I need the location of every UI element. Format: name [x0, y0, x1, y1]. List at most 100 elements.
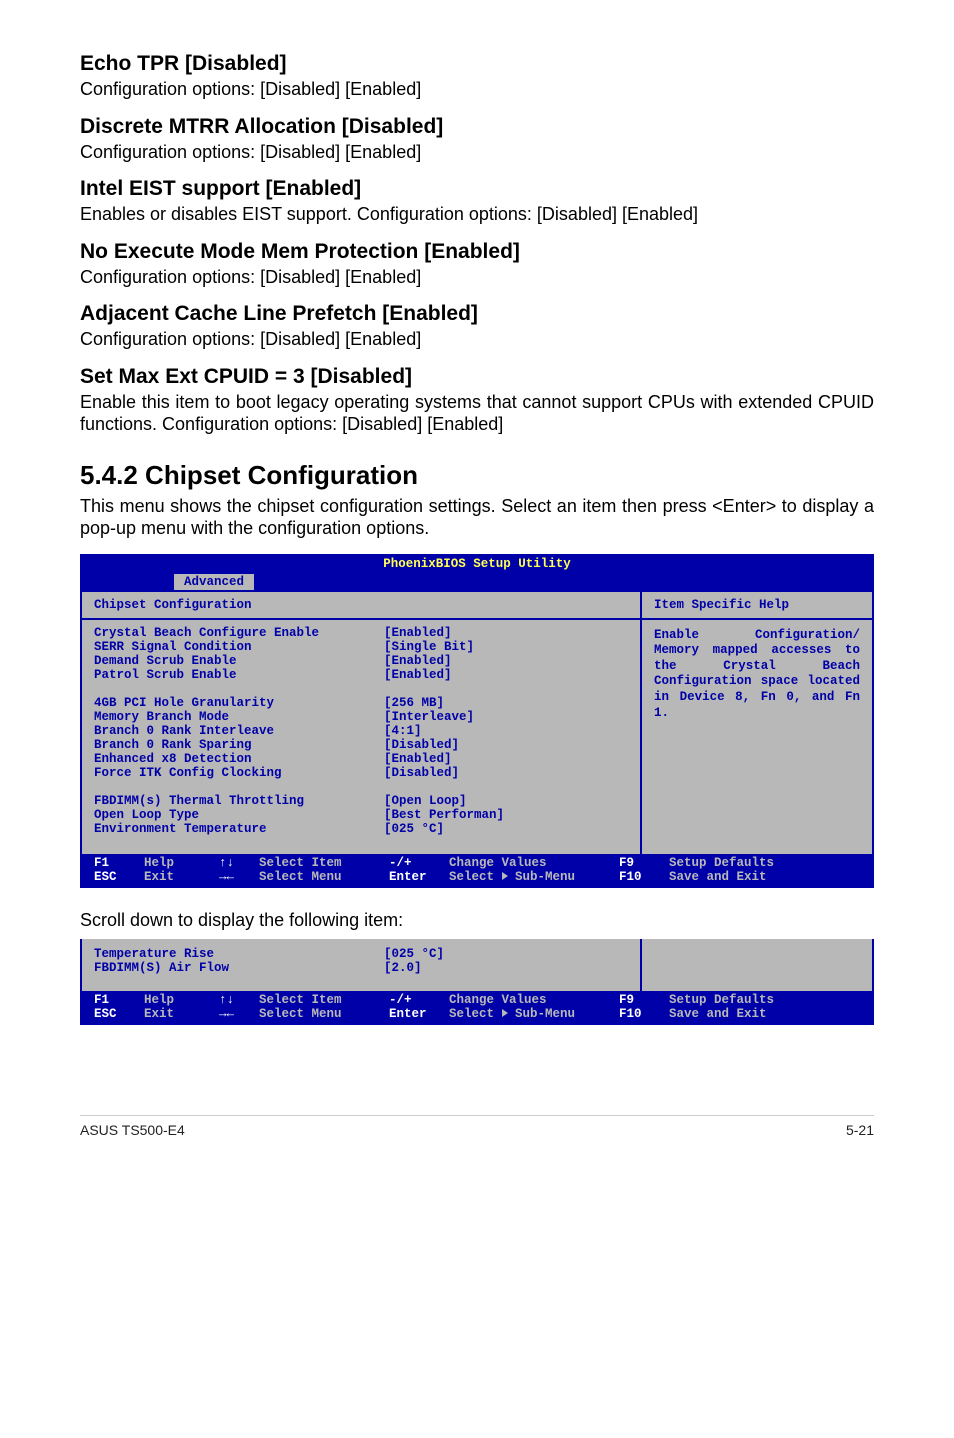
setting-title: No Execute Mode Mem Protection [Enabled] — [80, 240, 874, 264]
footer-keys: F9 F10 — [619, 856, 669, 884]
key-arrows-leftright-icon: →← — [219, 870, 259, 884]
bios-label: Force ITK Config Clocking — [94, 766, 384, 780]
bios-row[interactable]: Enhanced x8 Detection[Enabled] — [94, 752, 628, 766]
footer-keys: ↑↓ →← — [219, 856, 259, 884]
bios-title-bar: PhoenixBIOS Setup Utility — [82, 556, 872, 574]
bios-value: [Single Bit] — [384, 640, 628, 654]
bios-label: FBDIMM(s) Thermal Throttling — [94, 794, 384, 808]
footer-keys: F1 ESC — [94, 856, 144, 884]
bios-label: Enhanced x8 Detection — [94, 752, 384, 766]
footer-labels: Select Item Select Menu — [259, 993, 389, 1021]
footer-keys: -/+ Enter — [389, 993, 449, 1021]
footer-product: ASUS TS500-E4 — [80, 1122, 185, 1138]
bios-row[interactable]: Open Loop Type[Best Performan] — [94, 808, 628, 822]
bios-help-text: Enable Configuration/ Memory mapped acce… — [642, 620, 872, 730]
bios-items: Crystal Beach Configure Enable[Enabled] … — [82, 620, 640, 854]
bios-tab-spacer — [82, 574, 174, 590]
footer-labels: Change Values Select Sub-Menu — [449, 993, 619, 1021]
bios-value: [Enabled] — [384, 654, 628, 668]
footer-keys: F9 F10 — [619, 993, 669, 1021]
setting-desc: Configuration options: [Disabled] [Enabl… — [80, 78, 874, 101]
bios-row[interactable]: Branch 0 Rank Sparing[Disabled] — [94, 738, 628, 752]
key-enter: Enter — [389, 1007, 449, 1021]
bios-row[interactable]: 4GB PCI Hole Granularity[256 MB] — [94, 696, 628, 710]
bios-label: Environment Temperature — [94, 822, 384, 836]
bios-body: Chipset Configuration Crystal Beach Conf… — [82, 592, 872, 854]
triangle-right-icon — [502, 1009, 508, 1017]
bios-value: [Enabled] — [384, 668, 628, 682]
bios-row[interactable]: Branch 0 Rank Interleave[4:1] — [94, 724, 628, 738]
footer-keys: ↑↓ →← — [219, 993, 259, 1021]
bios-footer: F1 ESC Help Exit ↑↓ →← Select Item Selec… — [82, 991, 872, 1023]
label-select-menu: Select Menu — [259, 1007, 389, 1021]
bios-value: [2.0] — [384, 961, 628, 975]
setting-title: Discrete MTRR Allocation [Disabled] — [80, 115, 874, 139]
label-exit: Exit — [144, 1007, 219, 1021]
label-help: Help — [144, 856, 219, 870]
bios-value: [Interleave] — [384, 710, 628, 724]
bios-value: [025 °C] — [384, 822, 628, 836]
label-select-submenu: Select Sub-Menu — [449, 870, 619, 884]
bios-row[interactable]: Patrol Scrub Enable[Enabled] — [94, 668, 628, 682]
key-f1: F1 — [94, 856, 144, 870]
bios2-body: Temperature Rise[025 °C] FBDIMM(S) Air F… — [82, 939, 872, 991]
bios-value: [Disabled] — [384, 738, 628, 752]
footer-labels: Select Item Select Menu — [259, 856, 389, 884]
bios-row[interactable]: Crystal Beach Configure Enable[Enabled] — [94, 626, 628, 640]
bios-label: Crystal Beach Configure Enable — [94, 626, 384, 640]
bios-row[interactable]: FBDIMM(s) Thermal Throttling[Open Loop] — [94, 794, 628, 808]
bios-group: Crystal Beach Configure Enable[Enabled] … — [94, 626, 628, 682]
label-change-values: Change Values — [449, 856, 619, 870]
bios-value: [Disabled] — [384, 766, 628, 780]
key-arrows-updown-icon: ↑↓ — [219, 993, 259, 1007]
bios-row[interactable]: FBDIMM(S) Air Flow[2.0] — [94, 961, 628, 975]
key-minus-plus: -/+ — [389, 993, 449, 1007]
key-f9: F9 — [619, 993, 669, 1007]
footer-labels: Help Exit — [144, 993, 219, 1021]
bios-label: Temperature Rise — [94, 947, 384, 961]
key-arrows-leftright-icon: →← — [219, 1007, 259, 1021]
key-f1: F1 — [94, 993, 144, 1007]
bios-row[interactable]: Memory Branch Mode[Interleave] — [94, 710, 628, 724]
footer-labels: Change Values Select Sub-Menu — [449, 856, 619, 884]
key-enter: Enter — [389, 870, 449, 884]
label-change-values: Change Values — [449, 993, 619, 1007]
bios-row[interactable]: SERR Signal Condition[Single Bit] — [94, 640, 628, 654]
bios-footer: F1 ESC Help Exit ↑↓ →← Select Item Selec… — [82, 854, 872, 886]
bios-label: FBDIMM(S) Air Flow — [94, 961, 384, 975]
bios-row[interactable]: Force ITK Config Clocking[Disabled] — [94, 766, 628, 780]
scroll-caption: Scroll down to display the following ite… — [80, 910, 874, 931]
bios-row[interactable]: Environment Temperature[025 °C] — [94, 822, 628, 836]
setting-title: Adjacent Cache Line Prefetch [Enabled] — [80, 302, 874, 326]
label-save-exit: Save and Exit — [669, 1007, 860, 1021]
bios-window: PhoenixBIOS Setup Utility Advanced Chips… — [80, 554, 874, 888]
section-heading: 5.4.2 Chipset Configuration — [80, 460, 874, 491]
bios2-left-panel: Temperature Rise[025 °C] FBDIMM(S) Air F… — [82, 939, 642, 991]
bios-label: Patrol Scrub Enable — [94, 668, 384, 682]
bios-label: SERR Signal Condition — [94, 640, 384, 654]
label-select-item: Select Item — [259, 856, 389, 870]
setting-desc: Configuration options: [Disabled] [Enabl… — [80, 328, 874, 351]
bios-group: 4GB PCI Hole Granularity[256 MB] Memory … — [94, 696, 628, 780]
setting-desc: Enable this item to boot legacy operatin… — [80, 391, 874, 436]
key-f10: F10 — [619, 870, 669, 884]
key-f10: F10 — [619, 1007, 669, 1021]
bios-help-title: Item Specific Help — [642, 592, 872, 620]
footer-labels: Help Exit — [144, 856, 219, 884]
bios-group: FBDIMM(s) Thermal Throttling[Open Loop] … — [94, 794, 628, 836]
bios-tab-advanced[interactable]: Advanced — [174, 574, 254, 590]
footer-labels: Setup Defaults Save and Exit — [669, 856, 860, 884]
bios-label: Branch 0 Rank Sparing — [94, 738, 384, 752]
key-esc: ESC — [94, 870, 144, 884]
bios-value: [Open Loop] — [384, 794, 628, 808]
bios-value: [025 °C] — [384, 947, 628, 961]
label-setup-defaults: Setup Defaults — [669, 993, 860, 1007]
bios-row[interactable]: Temperature Rise[025 °C] — [94, 947, 628, 961]
bios-row[interactable]: Demand Scrub Enable[Enabled] — [94, 654, 628, 668]
bios-left-panel: Chipset Configuration Crystal Beach Conf… — [82, 592, 642, 854]
bios2-right-panel — [642, 939, 872, 991]
key-esc: ESC — [94, 1007, 144, 1021]
setting-desc: Configuration options: [Disabled] [Enabl… — [80, 266, 874, 289]
page-footer: ASUS TS500-E4 5-21 — [80, 1115, 874, 1138]
footer-keys: -/+ Enter — [389, 856, 449, 884]
